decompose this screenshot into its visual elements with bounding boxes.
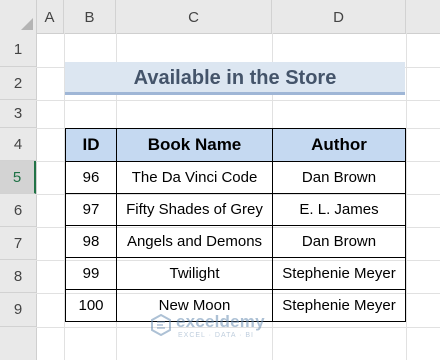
cell-id[interactable]: 98 (65, 225, 117, 258)
table-row: 97 Fifty Shades of Grey E. L. James (65, 193, 406, 226)
watermark-name: exceldemy (176, 312, 265, 331)
header-author[interactable]: Author (272, 128, 406, 162)
table-row: 99 Twilight Stephenie Meyer (65, 257, 406, 290)
cell-author[interactable]: Dan Brown (272, 161, 406, 194)
column-header-c[interactable]: C (116, 0, 272, 33)
row-header-4[interactable]: 4 (0, 128, 36, 161)
cell-author[interactable]: Stephenie Meyer (272, 257, 406, 290)
row-header-6[interactable]: 6 (0, 194, 36, 227)
grid-line (406, 33, 407, 360)
watermark-tagline: EXCEL · DATA · BI (178, 332, 254, 339)
row-header-9[interactable]: 9 (0, 293, 36, 327)
row-header-5[interactable]: 5 (0, 161, 36, 194)
spreadsheet-grid: A B C D 1 2 3 4 5 6 7 8 9 Available in t… (0, 0, 440, 360)
cell-book-name[interactable]: Twilight (116, 257, 273, 290)
cell-author[interactable]: E. L. James (272, 193, 406, 226)
select-all-corner[interactable] (0, 0, 37, 33)
row-header-1[interactable]: 1 (0, 33, 36, 67)
column-header-d[interactable]: D (272, 0, 406, 33)
column-header-bar: A B C D (0, 0, 440, 34)
cell-id[interactable]: 99 (65, 257, 117, 290)
header-id[interactable]: ID (65, 128, 117, 162)
select-all-icon (21, 18, 33, 30)
cell-book-name[interactable]: Angels and Demons (116, 225, 273, 258)
row-header-8[interactable]: 8 (0, 260, 36, 293)
exceldemy-logo-icon (151, 314, 171, 336)
row-header-2[interactable]: 2 (0, 67, 36, 100)
exceldemy-watermark: exceldemy EXCEL · DATA · BI (150, 310, 300, 346)
table-row: 96 The Da Vinci Code Dan Brown (65, 161, 406, 194)
cell-id[interactable]: 100 (65, 289, 117, 322)
row-header-3[interactable]: 3 (0, 100, 36, 128)
row-header-bar: 1 2 3 4 5 6 7 8 9 (0, 33, 37, 360)
grid-line (36, 100, 440, 101)
table-row: 98 Angels and Demons Dan Brown (65, 225, 406, 258)
books-table: ID Book Name Author 96 The Da Vinci Code… (65, 128, 406, 322)
cell-author[interactable]: Dan Brown (272, 225, 406, 258)
cell-id[interactable]: 97 (65, 193, 117, 226)
column-header-a[interactable]: A (36, 0, 64, 33)
header-book-name[interactable]: Book Name (116, 128, 273, 162)
table-header-row: ID Book Name Author (65, 128, 406, 162)
sheet-title[interactable]: Available in the Store (65, 62, 405, 95)
row-header-7[interactable]: 7 (0, 227, 36, 260)
cell-book-name[interactable]: The Da Vinci Code (116, 161, 273, 194)
column-header-b[interactable]: B (64, 0, 116, 33)
cell-id[interactable]: 96 (65, 161, 117, 194)
cell-book-name[interactable]: Fifty Shades of Grey (116, 193, 273, 226)
